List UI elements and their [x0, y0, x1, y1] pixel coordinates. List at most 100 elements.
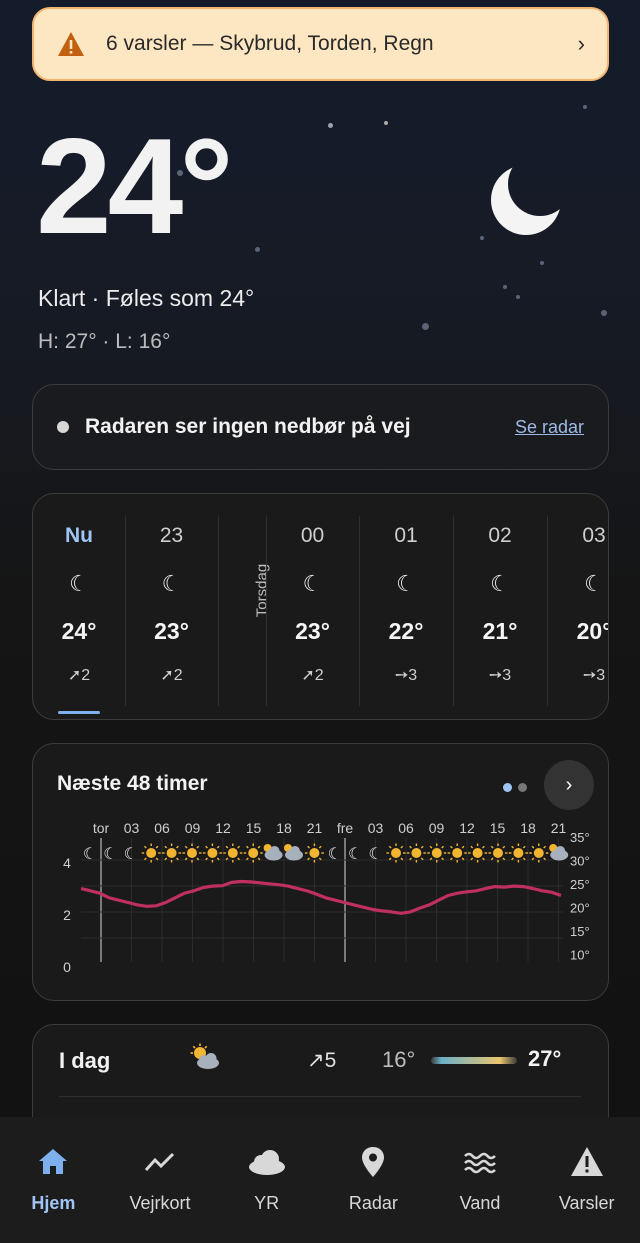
- nav-item-vand[interactable]: Vand: [427, 1117, 534, 1243]
- sun-icon: [452, 848, 463, 858]
- wind-text: ➙3: [394, 667, 418, 684]
- wind-text: ➚2: [160, 667, 183, 684]
- sun-ray: [511, 857, 514, 861]
- sun-ray: [482, 845, 485, 849]
- moon-icon: ☾: [348, 846, 362, 863]
- hourly-item[interactable]: 00 ☾ 23° ➚2: [266, 494, 359, 719]
- sun-ray: [225, 857, 229, 861]
- moon-icon: ☾: [584, 571, 604, 596]
- left-axis-label: 0: [63, 959, 71, 975]
- sun-ray: [502, 845, 506, 849]
- moon-icon: ☾: [328, 846, 342, 863]
- today-label: I dag: [59, 1048, 111, 1073]
- forecast-48h-card[interactable]: Næste 48 timer › tor 03 06 09 12 15 18 21 fre 03 0…: [32, 743, 609, 1001]
- chart-icon: [144, 1152, 175, 1172]
- condition-text: Klart · Føles som 24°: [38, 285, 255, 311]
- moon-icon: ☾: [83, 846, 97, 863]
- moon-icon: ☾: [69, 571, 89, 596]
- moon-icon: ☾: [161, 571, 182, 596]
- sun-icon: [166, 848, 177, 858]
- cloud-icon: [269, 846, 280, 856]
- sun-icon: [187, 848, 197, 858]
- hour-label: 09: [185, 820, 201, 836]
- hourly-item[interactable]: 23 ☾ 23° ➚2: [125, 494, 218, 719]
- temperature-range-bar: [431, 1057, 517, 1064]
- sun-ray: [225, 845, 229, 849]
- sun-ray: [441, 845, 445, 849]
- sun-ray: [216, 857, 220, 861]
- sun-icon: [309, 848, 320, 858]
- hour-label: 03: [368, 820, 384, 836]
- hour-label: 21: [307, 820, 323, 836]
- divider: [59, 1096, 581, 1097]
- right-axis-label: 25°: [570, 877, 590, 892]
- sun-ray: [420, 857, 424, 861]
- sun-ray: [490, 845, 494, 849]
- high-low-text: H: 27° · L: 16°: [38, 330, 171, 353]
- warning-icon: [570, 1147, 603, 1176]
- hour-label: tor: [93, 820, 110, 836]
- sun-ray: [245, 857, 249, 861]
- wind-text: ➙3: [582, 667, 606, 684]
- sun-ray: [461, 857, 465, 861]
- left-axis-label: 2: [63, 907, 71, 923]
- sun-ray: [502, 857, 506, 861]
- hourly-item[interactable]: Nu ☾ 24° ➚2: [33, 494, 125, 719]
- left-axis-label: 4: [63, 855, 71, 871]
- hour-label: 06: [154, 820, 170, 836]
- sun-ray: [164, 857, 168, 861]
- sun-ray: [400, 845, 404, 849]
- hourly-item[interactable]: 02 ☾ 21° ➙3: [453, 494, 547, 719]
- right-axis-label: 10°: [570, 948, 590, 963]
- sun-ray: [216, 845, 220, 849]
- sun-ray: [409, 857, 412, 861]
- sun-ray: [155, 845, 159, 849]
- nav-item-radar[interactable]: Radar: [320, 1117, 427, 1243]
- sun-ray: [461, 845, 465, 849]
- sun-ray: [420, 845, 424, 849]
- sun-icon: [207, 848, 218, 858]
- sun-ray: [155, 857, 159, 861]
- see-radar-link[interactable]: Se radar: [515, 417, 584, 438]
- hour-label: 21: [551, 820, 567, 836]
- sun-ray: [176, 857, 179, 861]
- sun-icon: [146, 848, 157, 858]
- chevron-right-icon: ›: [577, 31, 585, 56]
- alert-banner[interactable]: 6 varsler — Skybrud, Torden, Regn ›: [32, 7, 609, 81]
- sun-icon: [431, 848, 442, 858]
- sun-ray: [143, 857, 147, 861]
- nav-item-yr[interactable]: YR: [213, 1117, 320, 1243]
- sun-ray: [318, 845, 322, 849]
- hourly-item[interactable]: 03 ☾ 20° ➙3: [547, 494, 608, 719]
- status-dot-icon: [57, 421, 69, 433]
- sun-ray: [449, 845, 453, 849]
- hourly-forecast-card[interactable]: Nu ☾ 24° ➚2 23 ☾ 23° ➚2 Torsdag 00 ☾ 23°…: [32, 493, 609, 720]
- sun-ray: [307, 857, 310, 861]
- current-temperature: 24°: [36, 110, 234, 262]
- right-axis-label: 20°: [570, 901, 590, 916]
- hour-label: 18: [520, 820, 536, 836]
- sun-icon: [493, 848, 503, 858]
- moon-icon: ☾: [490, 571, 510, 596]
- sun-ray: [245, 845, 249, 849]
- nav-item-varsler[interactable]: Varsler: [533, 1117, 640, 1243]
- sun-ray: [470, 857, 474, 861]
- nav-item-vejrkort[interactable]: Vejrkort: [107, 1117, 214, 1243]
- moon-icon: ☾: [396, 571, 416, 596]
- radar-card: Radaren ser ingen nedbør på vej Se radar: [32, 384, 609, 470]
- low-temp: 16°: [382, 1047, 416, 1072]
- moon-icon: [491, 165, 561, 235]
- sun-ray: [543, 845, 547, 849]
- alert-text: 6 varsler — Skybrud, Torden, Regn: [106, 32, 434, 55]
- sun-ray: [522, 845, 526, 849]
- moon-icon: ☾: [103, 846, 117, 863]
- hourly-item[interactable]: 01 ☾ 22° ➙3: [359, 494, 453, 719]
- sun-ray: [257, 845, 261, 849]
- cloud-icon: [248, 1150, 285, 1175]
- nav-item-hjem[interactable]: Hjem: [0, 1117, 107, 1243]
- hour-label: fre: [337, 820, 354, 836]
- partly-cloudy-icon: [190, 1043, 219, 1069]
- pin-icon: [362, 1147, 385, 1177]
- hour-label: 12: [459, 820, 475, 836]
- moon-icon: ☾: [124, 846, 138, 863]
